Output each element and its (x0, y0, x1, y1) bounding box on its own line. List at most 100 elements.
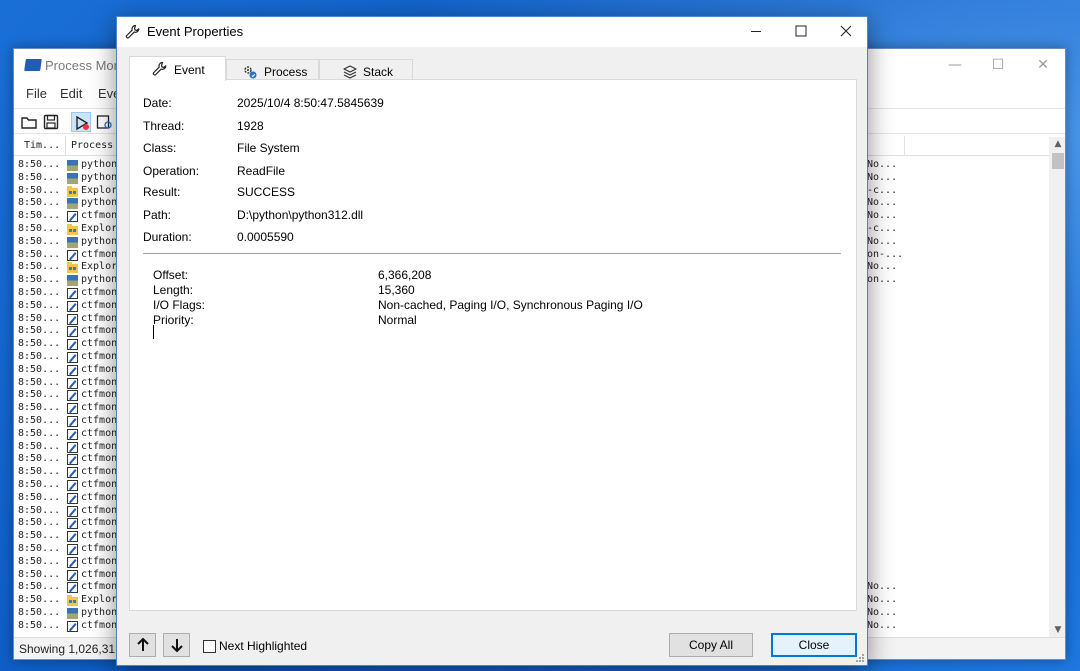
row-process-name: ctfmon (81, 402, 118, 414)
row-time: 8:50... (18, 594, 61, 606)
ctfmon-icon (67, 479, 78, 491)
row-process-name: python (81, 159, 118, 170)
row-time: 8:50... (18, 363, 61, 375)
arrow-down-icon (170, 639, 183, 653)
menu-edit[interactable]: Edit (60, 86, 82, 101)
column-process[interactable]: Process (71, 140, 113, 151)
row-time: 8:50... (18, 376, 61, 388)
priority-value: Normal (378, 313, 417, 327)
ctfmon-icon (67, 351, 78, 363)
row-process-name: ctfmon (81, 542, 118, 554)
autoscroll-icon[interactable] (94, 112, 114, 132)
next-highlighted-checkbox[interactable] (203, 640, 216, 653)
maximize-icon[interactable]: ☐ (988, 55, 1008, 75)
offset-value: 6,366,208 (378, 268, 432, 282)
row-time: 8:50... (18, 530, 61, 542)
row-time: 8:50... (18, 325, 61, 337)
save-icon[interactable] (41, 112, 61, 132)
pm-vertical-scrollbar[interactable]: ▲ ▼ (1049, 137, 1065, 637)
ctfmon-icon (67, 556, 78, 568)
row-detail: -c... (867, 222, 898, 234)
tab-event[interactable]: Event (129, 56, 226, 81)
tab-stack[interactable]: Stack (319, 59, 413, 80)
close-icon[interactable] (823, 17, 869, 47)
ctfmon-icon (67, 531, 78, 543)
row-process-name: Explor (81, 222, 118, 234)
operation-label: Operation: (143, 164, 200, 178)
row-process-name: ctfmon (81, 466, 118, 478)
ctfmon-icon (67, 518, 78, 530)
row-process-name: ctfmon (81, 248, 118, 260)
column-separator[interactable] (65, 136, 66, 156)
row-process-name: ctfmon (81, 491, 118, 503)
text-caret (153, 325, 154, 339)
date-label: Date: (143, 96, 172, 110)
menu-file[interactable]: File (26, 86, 47, 101)
ctfmon-icon (67, 492, 78, 504)
offset-label: Offset: (153, 268, 189, 282)
row-time: 8:50... (18, 619, 61, 631)
minimize-icon[interactable]: — (945, 55, 965, 75)
explorer-icon (67, 223, 78, 235)
scroll-thumb[interactable] (1052, 153, 1064, 169)
ctfmon-icon (67, 620, 78, 632)
close-icon[interactable]: ✕ (1033, 55, 1053, 75)
result-value: SUCCESS (237, 185, 296, 199)
row-time: 8:50... (18, 504, 61, 516)
ctfmon-icon (67, 249, 78, 261)
ctfmon-icon (67, 543, 78, 555)
ctfmon-icon (67, 364, 78, 376)
column-time[interactable]: Tim... (24, 140, 60, 151)
row-time: 8:50... (18, 427, 61, 439)
divider (143, 253, 841, 254)
row-time: 8:50... (18, 197, 61, 209)
previous-event-button[interactable] (129, 633, 156, 657)
row-detail: on... (867, 274, 898, 286)
duration-label: Duration: (143, 230, 192, 244)
scroll-up-icon[interactable]: ▲ (1049, 137, 1065, 151)
tab-process[interactable]: Process (226, 59, 319, 80)
row-time: 8:50... (18, 517, 61, 529)
row-time: 8:50... (18, 261, 61, 273)
row-process-name: Explor (81, 184, 118, 196)
close-button[interactable]: Close (771, 633, 857, 657)
minimize-icon[interactable] (733, 17, 779, 47)
class-value: File System (237, 141, 300, 155)
explorer-icon (67, 595, 78, 607)
row-detail: No... (867, 235, 898, 247)
row-time: 8:50... (18, 248, 61, 260)
row-time: 8:50... (18, 555, 61, 567)
row-time: 8:50... (18, 299, 61, 311)
row-detail: No... (867, 159, 898, 170)
row-process-name: ctfmon (81, 414, 118, 426)
next-event-button[interactable] (163, 633, 190, 657)
row-time: 8:50... (18, 159, 61, 170)
row-process-name: Explor (81, 594, 118, 606)
copy-all-button[interactable]: Copy All (669, 633, 753, 657)
dialog-title: Event Properties (147, 24, 244, 39)
capture-icon[interactable] (71, 112, 91, 132)
path-label: Path: (143, 208, 172, 222)
next-highlighted-label[interactable]: Next Highlighted (219, 639, 307, 653)
ctfmon-icon (67, 377, 78, 389)
process-monitor-app-icon (24, 59, 42, 71)
column-separator[interactable] (904, 136, 905, 156)
row-time: 8:50... (18, 235, 61, 247)
row-time: 8:50... (18, 338, 61, 350)
ctfmon-icon (67, 454, 78, 466)
open-folder-icon[interactable] (19, 112, 39, 132)
wrench-icon (152, 61, 167, 76)
ctfmon-icon (67, 339, 78, 351)
scroll-down-icon[interactable]: ▼ (1049, 623, 1065, 637)
row-time: 8:50... (18, 606, 61, 618)
python-icon (67, 236, 78, 248)
resize-grip-icon[interactable] (855, 653, 865, 663)
ctfmon-icon (67, 467, 78, 479)
ctfmon-icon (67, 287, 78, 299)
maximize-icon[interactable] (778, 17, 824, 47)
row-process-name: ctfmon (81, 517, 118, 529)
row-process-name: ctfmon (81, 427, 118, 439)
row-time: 8:50... (18, 222, 61, 234)
row-time: 8:50... (18, 312, 61, 324)
row-detail: No... (867, 619, 898, 631)
